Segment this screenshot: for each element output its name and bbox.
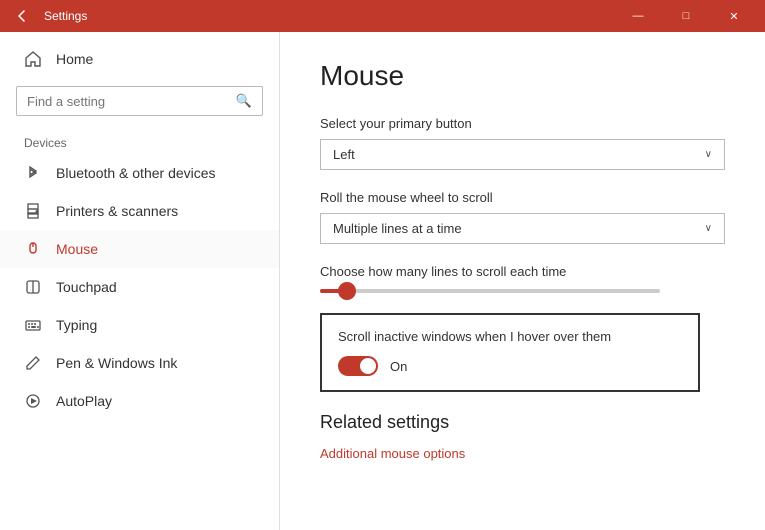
sidebar-section-devices: Devices — [0, 124, 279, 154]
mouse-icon — [24, 240, 42, 258]
additional-mouse-options-link[interactable]: Additional mouse options — [320, 446, 465, 461]
scroll-wheel-label: Roll the mouse wheel to scroll — [320, 190, 725, 205]
sidebar-item-bluetooth[interactable]: Bluetooth & other devices — [0, 154, 279, 192]
scroll-inactive-box: Scroll inactive windows when I hover ove… — [320, 313, 700, 392]
minimize-button[interactable]: — — [615, 0, 661, 32]
primary-button-chevron: ∨ — [705, 149, 712, 160]
slider-track — [320, 289, 660, 293]
autoplay-label: AutoPlay — [56, 393, 112, 409]
search-input[interactable] — [27, 94, 228, 109]
toggle-status: On — [390, 359, 407, 374]
toggle-knob — [360, 358, 376, 374]
search-box[interactable]: 🔍 — [16, 86, 263, 116]
home-icon — [24, 50, 42, 68]
typing-label: Typing — [56, 317, 97, 333]
sidebar-item-mouse[interactable]: Mouse — [0, 230, 279, 268]
scroll-wheel-dropdown[interactable]: Multiple lines at a time ∨ — [320, 213, 725, 244]
scroll-lines-slider[interactable] — [320, 289, 725, 293]
pen-label: Pen & Windows Ink — [56, 355, 177, 371]
typing-icon — [24, 316, 42, 334]
autoplay-icon — [24, 392, 42, 410]
pen-icon — [24, 354, 42, 372]
scroll-wheel-value: Multiple lines at a time — [333, 221, 462, 236]
scroll-inactive-toggle[interactable] — [338, 356, 378, 376]
mouse-label: Mouse — [56, 241, 98, 257]
bluetooth-icon — [24, 164, 42, 182]
primary-button-value: Left — [333, 147, 355, 162]
main-layout: Home 🔍 Devices Bluetooth & other devices — [0, 32, 765, 530]
primary-button-label: Select your primary button — [320, 116, 725, 131]
touchpad-icon — [24, 278, 42, 296]
sidebar-item-pen[interactable]: Pen & Windows Ink — [0, 344, 279, 382]
slider-thumb[interactable] — [338, 282, 356, 300]
sidebar-item-autoplay[interactable]: AutoPlay — [0, 382, 279, 420]
related-settings-title: Related settings — [320, 412, 725, 433]
touchpad-label: Touchpad — [56, 279, 117, 295]
scroll-lines-label: Choose how many lines to scroll each tim… — [320, 264, 725, 279]
sidebar-item-home[interactable]: Home — [0, 40, 279, 78]
scroll-wheel-chevron: ∨ — [705, 223, 712, 234]
toggle-row: On — [338, 356, 682, 376]
bluetooth-label: Bluetooth & other devices — [56, 165, 216, 181]
close-button[interactable]: ✕ — [711, 0, 757, 32]
primary-button-dropdown[interactable]: Left ∨ — [320, 139, 725, 170]
content-area: Mouse Select your primary button Left ∨ … — [280, 32, 765, 530]
maximize-button[interactable]: □ — [663, 0, 709, 32]
sidebar: Home 🔍 Devices Bluetooth & other devices — [0, 32, 280, 530]
home-label: Home — [56, 51, 93, 67]
title-bar: Settings — □ ✕ — [0, 0, 765, 32]
printers-label: Printers & scanners — [56, 203, 178, 219]
sidebar-item-touchpad[interactable]: Touchpad — [0, 268, 279, 306]
printer-icon — [24, 202, 42, 220]
back-button[interactable] — [8, 2, 36, 30]
sidebar-item-typing[interactable]: Typing — [0, 306, 279, 344]
sidebar-item-printers[interactable]: Printers & scanners — [0, 192, 279, 230]
window-title: Settings — [44, 9, 615, 23]
search-icon: 🔍 — [236, 93, 252, 109]
scroll-inactive-label: Scroll inactive windows when I hover ove… — [338, 329, 682, 344]
window-controls: — □ ✕ — [615, 0, 757, 32]
page-title: Mouse — [320, 60, 725, 92]
